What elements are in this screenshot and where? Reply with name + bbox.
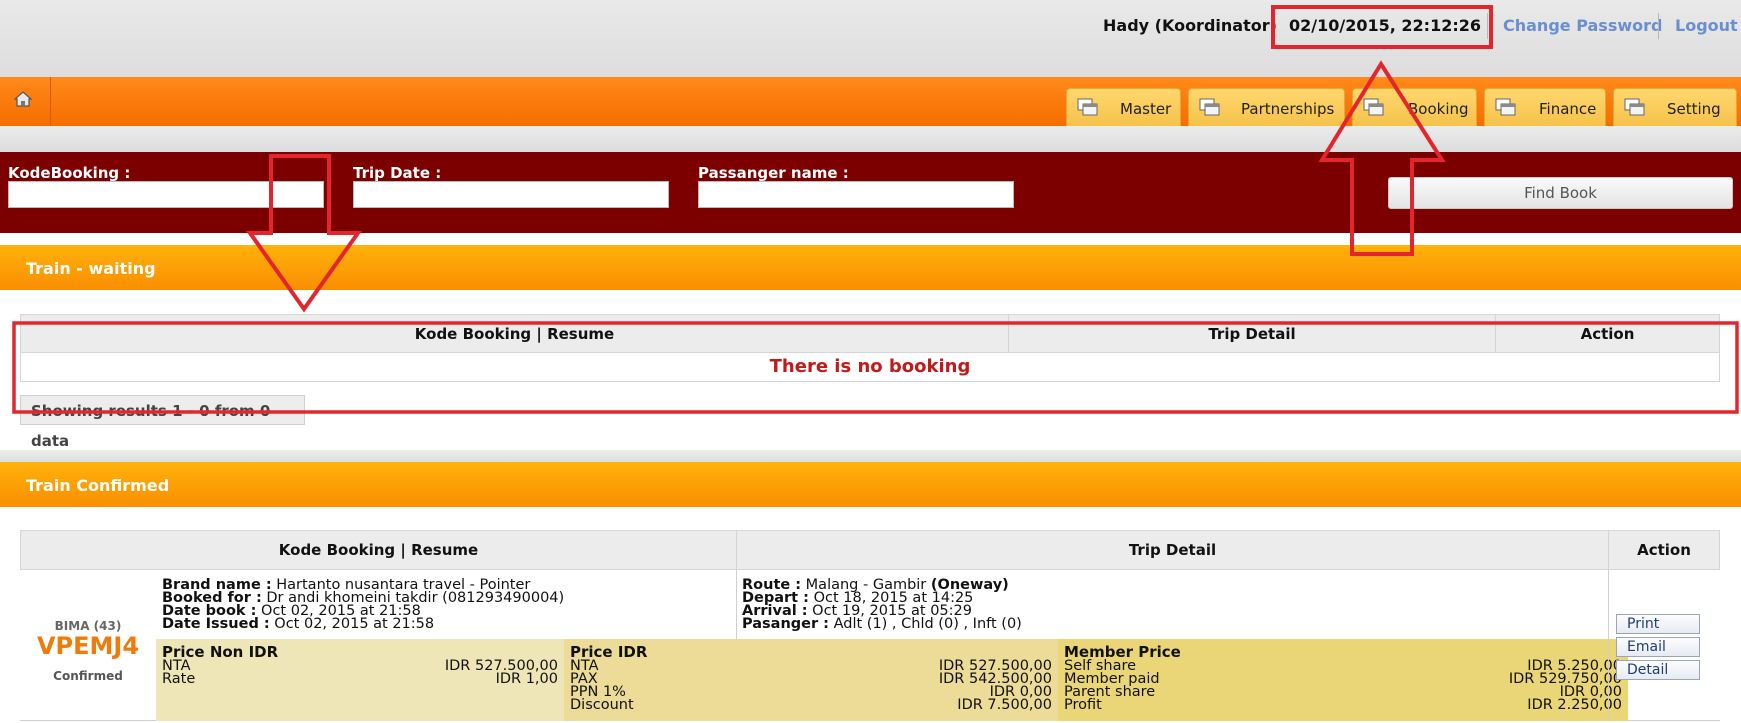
price-value: IDR 1,00 [495,671,558,687]
confirmed-section-title: Train Confirmed [26,476,170,495]
window-icon [1363,98,1384,116]
datetime-highlight-box [1271,5,1493,49]
header-divider [1658,13,1659,39]
email-button[interactable]: Email [1616,637,1700,657]
tab-partnerships[interactable]: Partnerships [1188,88,1345,126]
window-icon [1495,98,1516,116]
waiting-section-header: Train - waiting [0,245,1741,290]
column-divider [736,570,737,639]
column-header: Trip Detail [1009,315,1496,352]
tab-label: Partnerships [1241,100,1335,118]
trip-date-input[interactable] [353,181,669,208]
price-label: Profit [1064,697,1102,713]
price-value: IDR 7.500,00 [957,697,1052,713]
passenger-value: Adlt (1) , Chld (0) , Inft (0) [833,616,1022,632]
window-icon [1077,98,1098,116]
tab-label: Master [1120,100,1172,118]
waiting-section-title: Train - waiting [26,259,156,278]
passenger-name-label: Passanger name : [698,164,849,182]
logout-link[interactable]: Logout [1675,16,1738,35]
column-header: Kode Booking | Resume [21,531,737,569]
change-password-link[interactable]: Change Password [1503,16,1662,35]
booking-code[interactable]: VPEMJ4 [20,632,156,660]
date-issued-label: Date Issued : [162,616,270,632]
main-nav: Master Partnerships Booking Finance Sett… [0,77,1741,126]
find-book-button[interactable]: Find Book [1388,177,1733,209]
confirmed-table-header: Kode Booking | Resume Trip Detail Action [20,530,1720,570]
column-header: Action [1580,324,1635,343]
empty-booking-message: There is no booking [20,352,1720,382]
passenger-label: Pasanger : [742,616,829,632]
booking-code-cell: BIMA (43) VPEMJ4 Confirmed [20,570,156,721]
passenger-name-input[interactable] [698,181,1014,208]
tab-label: Finance [1539,100,1597,118]
table-row: BIMA (43) VPEMJ4 Confirmed Brand name : … [20,570,1720,721]
home-button[interactable] [0,77,51,126]
kode-booking-label: KodeBooking : [8,164,131,182]
window-icon [1624,98,1645,116]
tab-finance[interactable]: Finance [1484,88,1606,126]
price-label: Discount [570,697,634,713]
confirmed-section-header: Train Confirmed [0,462,1741,507]
passenger-line: Pasanger : Adlt (1) , Chld (0) , Inft (0… [742,616,1022,632]
price-row: Discount IDR 7.500,00 [570,697,1052,713]
nav-divider-strip [0,126,1741,152]
price-non-idr-box: Price Non IDR NTA IDR 527.500,00 Rate IDR … [156,639,564,721]
results-count: Showing results 1 - 0 from 0 data [20,395,305,450]
search-panel: KodeBooking : Trip Date : Passanger name… [0,152,1741,233]
column-header: Action [1637,541,1691,559]
print-button[interactable]: Print [1616,614,1700,634]
current-user: Hady (Koordinator) [1103,16,1277,35]
provider-label: BIMA (43) [54,619,122,633]
waiting-table-header: Kode Booking | Resume Trip Detail Action [20,314,1720,353]
trip-date-label: Trip Date : [353,164,442,182]
section-divider-strip [0,450,1741,462]
tab-label: Booking [1408,100,1469,118]
price-row: PAX IDR 542.500,00 [570,672,1052,687]
tab-booking[interactable]: Booking [1352,88,1477,126]
window-icon [1199,98,1220,116]
column-header: Trip Detail [737,531,1609,569]
date-issued-line: Date Issued : Oct 02, 2015 at 21:58 [162,616,435,632]
member-price-box: Member Price Self share IDR 5.250,00 Memb… [1058,639,1628,721]
detail-button[interactable]: Detail [1616,660,1700,680]
date-issued-value: Oct 02, 2015 at 21:58 [274,616,435,632]
tab-setting[interactable]: Setting [1613,88,1737,126]
price-row: Profit IDR 2.250,00 [1064,697,1622,713]
tab-master[interactable]: Master [1066,88,1181,126]
price-idr-box: Price IDR NTA IDR 527.500,00 PAX IDR 542.5… [564,639,1058,721]
price-label: Rate [162,671,196,687]
kode-booking-input[interactable] [8,181,324,208]
action-cell: Print Email Detail [1608,570,1720,721]
column-header: Kode Booking | Resume [21,315,1009,352]
status-badge: Confirmed [53,669,123,683]
price-row: Rate IDR 1,00 [162,671,558,687]
home-icon [14,91,32,107]
tab-label: Setting [1667,100,1721,118]
